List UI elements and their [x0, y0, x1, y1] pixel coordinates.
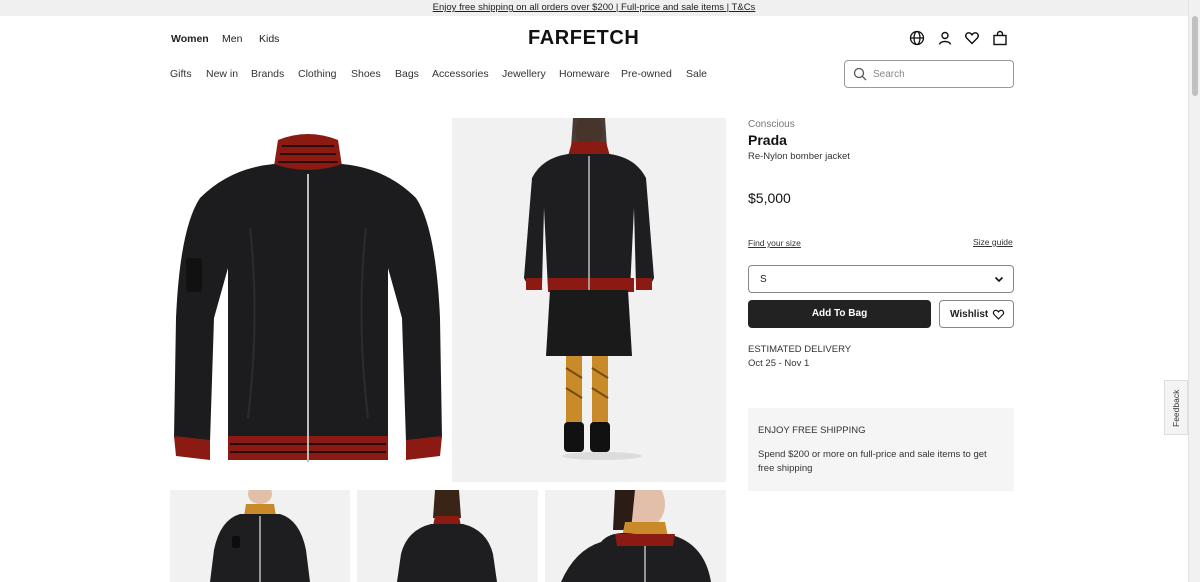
wishlist-heart-icon[interactable] — [964, 30, 980, 46]
nav-sale[interactable]: Sale — [686, 68, 707, 80]
brand-name[interactable]: Prada — [748, 132, 787, 148]
conscious-tag[interactable]: Conscious — [748, 119, 795, 130]
estimated-delivery-dates: Oct 25 - Nov 1 — [748, 358, 810, 369]
product-image-main[interactable] — [170, 118, 446, 482]
nav-clothing[interactable]: Clothing — [298, 68, 337, 80]
tab-men[interactable]: Men — [222, 33, 242, 45]
chevron-down-icon — [994, 276, 1004, 283]
product-thumbnail-3[interactable] — [545, 490, 726, 582]
nav-shoes[interactable]: Shoes — [351, 68, 381, 80]
free-shipping-text: Spend $200 or more on full-price and sal… — [758, 449, 987, 474]
search-input[interactable] — [873, 65, 1003, 83]
wishlist-label: Wishlist — [950, 309, 989, 320]
product-thumbnail-1[interactable] — [170, 490, 350, 582]
nav-bags[interactable]: Bags — [395, 68, 419, 80]
find-your-size-link[interactable]: Find your size — [748, 238, 801, 248]
nav-jewellery[interactable]: Jewellery — [502, 68, 546, 80]
promo-link[interactable]: Enjoy free shipping on all orders over $… — [433, 2, 756, 13]
search-box[interactable] — [844, 60, 1014, 88]
free-shipping-heading: ENJOY FREE SHIPPING — [758, 425, 866, 436]
tab-kids[interactable]: Kids — [259, 33, 279, 45]
nav-homeware[interactable]: Homeware — [559, 68, 610, 80]
nav-accessories[interactable]: Accessories — [432, 68, 489, 80]
heart-icon — [992, 309, 1005, 320]
selected-size: S — [760, 274, 767, 285]
search-icon — [853, 67, 867, 81]
size-guide-link[interactable]: Size guide — [973, 237, 1013, 247]
product-thumbnail-2[interactable] — [357, 490, 538, 582]
feedback-label: Feedback — [1171, 389, 1181, 427]
free-shipping-panel: ENJOY FREE SHIPPING Spend $200 or more o… — [748, 408, 1014, 491]
globe-icon[interactable] — [909, 30, 925, 46]
size-select[interactable]: S — [748, 265, 1014, 293]
nav-gifts[interactable]: Gifts — [170, 68, 192, 80]
scrollbar-thumb[interactable] — [1192, 16, 1198, 96]
product-price: $5,000 — [748, 190, 791, 206]
tab-women[interactable]: Women — [171, 33, 209, 45]
product-image-model[interactable] — [452, 118, 726, 482]
page-scrollbar[interactable] — [1188, 0, 1200, 582]
bag-icon[interactable] — [992, 30, 1008, 46]
nav-pre-owned[interactable]: Pre-owned — [621, 68, 672, 80]
farfetch-logo[interactable]: FARFETCH — [528, 27, 639, 50]
nav-new-in[interactable]: New in — [206, 68, 238, 80]
promo-banner: Enjoy free shipping on all orders over $… — [0, 0, 1188, 16]
nav-brands[interactable]: Brands — [251, 68, 284, 80]
estimated-delivery-label: ESTIMATED DELIVERY — [748, 344, 852, 355]
product-name: Re-Nylon bomber jacket — [748, 151, 850, 162]
add-to-bag-button[interactable]: Add To Bag — [748, 300, 931, 328]
wishlist-button[interactable]: Wishlist — [939, 300, 1014, 328]
account-icon[interactable] — [937, 30, 953, 46]
feedback-tab[interactable]: Feedback — [1164, 380, 1188, 435]
